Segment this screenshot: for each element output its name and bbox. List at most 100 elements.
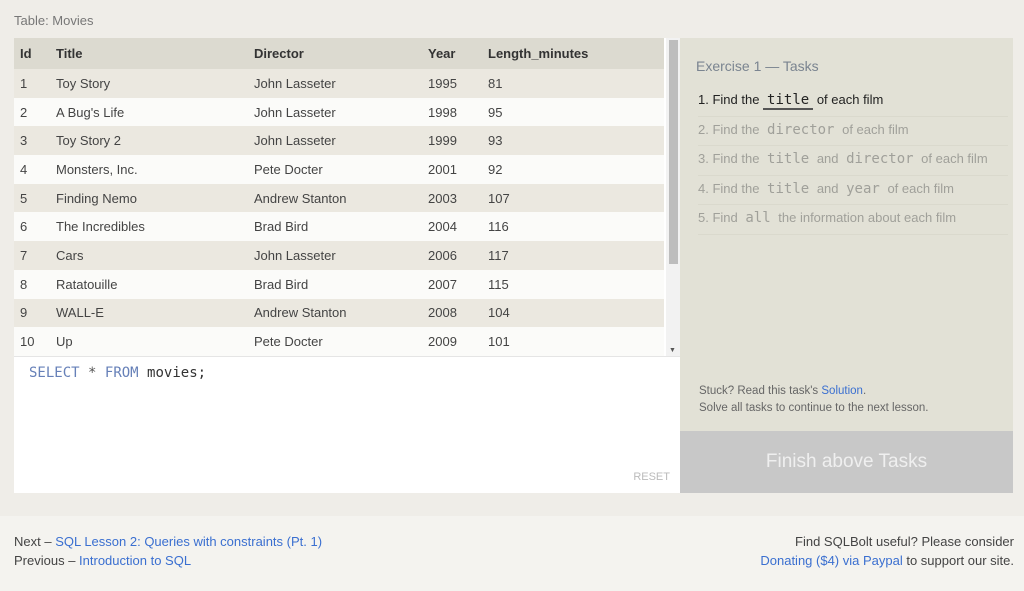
- column-header: Title: [50, 38, 248, 69]
- keyword: FROM: [104, 365, 139, 381]
- table-cell: 1998: [422, 97, 482, 127]
- table-cell: 1999: [422, 126, 482, 156]
- table-cell: WALL-E: [50, 298, 248, 328]
- table-row: 8 Ratatouille Brad Bird 2007 115: [14, 269, 664, 299]
- table-cell: Toy Story 2: [50, 126, 248, 156]
- operator: *: [88, 365, 97, 381]
- task-item: 3. Find the title and director of each f…: [698, 146, 1008, 176]
- stuck-period: .: [862, 385, 867, 397]
- table-row: 2A Bug's Life John Lasseter 1998 95: [14, 97, 664, 127]
- table-cell: 104: [482, 298, 664, 328]
- next-label: Next –: [14, 534, 56, 549]
- table-cell: Brad Bird: [248, 212, 422, 242]
- table-cell: Ratatouille: [50, 269, 248, 299]
- keyword: SELECT: [29, 365, 80, 381]
- task-text: 5. Find: [698, 210, 742, 225]
- reset-button[interactable]: RESET: [633, 471, 670, 483]
- donate-link[interactable]: Donating ($4) via Paypal: [760, 553, 902, 568]
- sql-code[interactable]: SELECT * FROM movies;: [29, 365, 206, 381]
- task-item: 2. Find the director of each film: [698, 117, 1008, 146]
- sql-editor[interactable]: SELECT * FROM movies; RESET: [14, 356, 680, 493]
- table-cell: Finding Nemo: [50, 183, 248, 213]
- table-cell: 2009: [422, 327, 482, 356]
- table-row: 9 WALL-E Andrew Stanton 2008 104: [14, 298, 664, 328]
- table-row: 4 Monsters, Inc. Pete Docter 2001 92: [14, 155, 664, 184]
- scroll-down-icon[interactable]: ▼: [669, 347, 676, 354]
- task-keyword: title: [767, 151, 810, 167]
- table-row: 6 The Incredibles Brad Bird 2004 116: [14, 212, 664, 242]
- solution-link[interactable]: Solution: [821, 385, 863, 397]
- task-text: 3. Find the: [698, 151, 764, 166]
- table-cell: 116: [482, 212, 664, 242]
- task-text: and: [813, 180, 843, 196]
- table-cell: 1: [14, 69, 50, 98]
- task-item: 1. Find the title of each film: [698, 87, 1008, 117]
- table-cell: 8: [14, 269, 50, 299]
- stuck-text: Stuck? Read this task's: [699, 385, 822, 397]
- table-cell: 93: [482, 126, 664, 156]
- table-row: 3 Toy Story 2 John Lasseter 1999 93: [14, 126, 664, 156]
- finish-tasks-button[interactable]: Finish above Tasks: [680, 431, 1013, 493]
- task-text: of each film: [917, 151, 988, 166]
- tasks-panel: Exercise 1 — Tasks 1. Find the title of …: [680, 38, 1013, 431]
- task-keyword: all: [745, 210, 771, 226]
- table-row: 7 Cars John Lasseter 2006 117: [14, 241, 664, 270]
- footer: Next – SQL Lesson 2: Queries with constr…: [0, 516, 1024, 591]
- table-cell: 2003: [422, 183, 482, 213]
- column-header: Year: [422, 38, 482, 69]
- solve-text: Solve all tasks to continue to the next …: [699, 402, 929, 414]
- task-keyword: year: [846, 180, 880, 197]
- table-cell: Brad Bird: [248, 269, 422, 299]
- exercise-title: Exercise 1 — Tasks: [696, 58, 819, 74]
- table-cell: 101: [482, 327, 664, 356]
- table-row: 10 Up Pete Docter 2009 101: [14, 327, 664, 356]
- table-caption: Table: Movies: [14, 13, 94, 28]
- table-cell: 2007: [422, 269, 482, 299]
- table-cell: 115: [482, 269, 664, 299]
- table-cell: 9: [14, 298, 50, 328]
- task-keyword: director: [846, 151, 914, 167]
- scrollbar[interactable]: ▼: [666, 38, 680, 356]
- prev-lesson-link[interactable]: Introduction to SQL: [79, 553, 191, 568]
- table-cell: 2001: [422, 155, 482, 184]
- table-cell: John Lasseter: [248, 69, 422, 98]
- table-cell: 6: [14, 212, 50, 242]
- table-cell: Monsters, Inc.: [50, 155, 248, 184]
- table-cell: Toy Story: [50, 69, 248, 98]
- table-cell: 7: [14, 241, 50, 270]
- table-cell: 5: [14, 183, 50, 213]
- table-cell: A Bug's Life: [50, 97, 248, 127]
- prev-label: Previous –: [14, 553, 80, 568]
- task-text: the information about each film: [774, 210, 957, 225]
- table-cell: 2: [14, 97, 50, 127]
- help-text: Stuck? Read this task's Solution. Solve a…: [699, 383, 929, 417]
- task-text: of each film: [883, 180, 954, 196]
- table-cell: 1995: [422, 69, 482, 98]
- table-cell: 81: [482, 69, 664, 98]
- task-keyword: title: [767, 180, 810, 197]
- table-cell: Cars: [50, 241, 248, 270]
- identifier: movies;: [147, 365, 207, 381]
- next-lesson-link[interactable]: SQL Lesson 2: Queries with constraints (…: [55, 534, 322, 549]
- table-header: Id Title Director Year Length_minutes: [14, 38, 664, 69]
- support-text: Find SQLBolt useful? Please consider: [795, 534, 1014, 549]
- task-text: 4. Find the: [698, 180, 764, 196]
- table-cell: John Lasseter: [248, 97, 422, 127]
- task-keyword: title: [763, 92, 814, 110]
- table-cell: John Lasseter: [248, 241, 422, 270]
- table-cell: John Lasseter: [248, 126, 422, 156]
- table-row: 1 Toy Story John Lasseter 1995 81: [14, 69, 664, 98]
- task-keyword: director: [767, 121, 835, 138]
- table-cell: The Incredibles: [50, 212, 248, 242]
- table-cell: 92: [482, 155, 664, 184]
- task-text: 2. Find the: [698, 121, 764, 137]
- column-header: Id: [14, 38, 50, 69]
- task-list: 1. Find the title of each film 2. Find th…: [698, 87, 1008, 235]
- table-cell: 3: [14, 126, 50, 156]
- table-cell: 107: [482, 183, 664, 213]
- task-text: and: [813, 151, 843, 166]
- task-item: 5. Find all the information about each f…: [698, 205, 1008, 235]
- scrollbar-thumb[interactable]: [669, 40, 678, 264]
- table-cell: 10: [14, 327, 50, 356]
- table-cell: 117: [482, 241, 664, 270]
